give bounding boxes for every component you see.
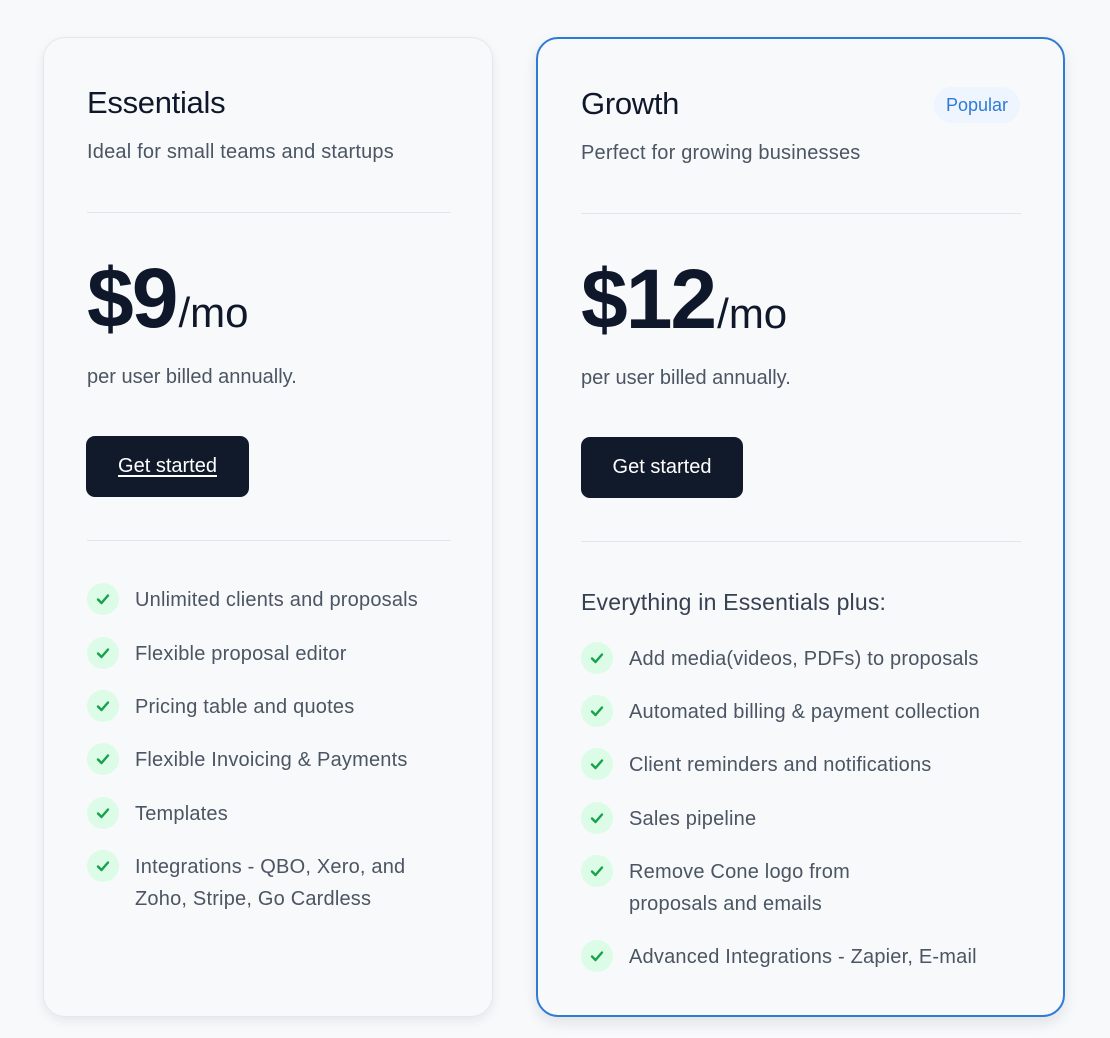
feature-text: Flexible proposal editor <box>135 643 347 665</box>
divider <box>87 540 451 541</box>
check-icon <box>581 940 613 972</box>
price-note: per user billed annually. <box>581 367 791 389</box>
feature-text: Pricing table and quotes <box>135 696 355 718</box>
feature-text: Remove Cone logo from <box>629 861 850 883</box>
price-period: /mo <box>717 290 788 337</box>
feature-item: Sales pipeline <box>581 802 757 835</box>
check-icon <box>87 583 119 615</box>
feature-text: Zoho, Stripe, Go Cardless <box>135 888 372 910</box>
feature-item: Flexible Invoicing & Payments <box>87 743 408 776</box>
check-icon <box>87 743 119 775</box>
plan-name: Growth <box>581 86 680 121</box>
divider <box>581 213 1021 214</box>
feature-item: Add media(videos, PDFs) to proposals <box>581 642 979 675</box>
get-started-button[interactable]: Get started <box>581 437 743 498</box>
price-period: /mo <box>178 289 249 336</box>
feature-text: Add media(videos, PDFs) to proposals <box>629 648 979 670</box>
price: $9/mo <box>87 250 248 347</box>
feature-text: Integrations - QBO, Xero, and <box>135 856 406 878</box>
price-amount: $12 <box>581 252 717 346</box>
check-icon <box>581 642 613 674</box>
check-icon <box>581 695 613 727</box>
check-icon <box>87 850 119 882</box>
plan-name: Essentials <box>87 85 226 120</box>
feature-item: Pricing table and quotes <box>87 690 355 723</box>
feature-text: Client reminders and notifications <box>629 754 932 776</box>
price-amount: $9 <box>87 251 178 345</box>
plan-card-growth: Growth Popular Perfect for growing busin… <box>536 37 1065 1017</box>
feature-text: Templates <box>135 803 228 825</box>
get-started-button[interactable]: Get started <box>86 436 249 497</box>
check-icon <box>581 748 613 780</box>
feature-text: Unlimited clients and proposals <box>135 589 419 611</box>
feature-item: Client reminders and notifications <box>581 748 932 781</box>
price-note: per user billed annually. <box>87 366 297 388</box>
plan-description: Perfect for growing businesses <box>581 142 861 164</box>
price: $12/mo <box>581 251 787 348</box>
feature-item-continued: proposals and emails <box>629 888 822 920</box>
plan-card-essentials: Essentials Ideal for small teams and sta… <box>43 37 493 1017</box>
popular-badge: Popular <box>933 87 1020 123</box>
check-icon <box>581 802 613 834</box>
feature-item: Flexible proposal editor <box>87 637 347 670</box>
check-icon <box>87 637 119 669</box>
check-icon <box>87 797 119 829</box>
feature-item-continued: Zoho, Stripe, Go Cardless <box>135 883 371 915</box>
feature-item: Unlimited clients and proposals <box>87 583 419 616</box>
check-icon <box>581 855 613 887</box>
feature-text: Sales pipeline <box>629 808 757 830</box>
divider <box>87 212 451 213</box>
feature-item: Integrations - QBO, Xero, and <box>87 850 406 883</box>
feature-text: Automated billing & payment collection <box>629 701 981 723</box>
feature-item: Automated billing & payment collection <box>581 695 981 728</box>
feature-text: Advanced Integrations - Zapier, E-mail <box>629 946 977 968</box>
feature-item: Templates <box>87 797 228 830</box>
feature-text: proposals and emails <box>629 893 822 915</box>
divider <box>581 541 1021 542</box>
feature-item: Remove Cone logo from <box>581 855 850 888</box>
feature-item: Advanced Integrations - Zapier, E-mail <box>581 940 977 973</box>
feature-text: Flexible Invoicing & Payments <box>135 749 408 771</box>
get-started-label: Get started <box>118 455 217 477</box>
features-intro: Everything in Essentials plus: <box>581 589 887 615</box>
check-icon <box>87 690 119 722</box>
plan-description: Ideal for small teams and startups <box>87 141 394 163</box>
